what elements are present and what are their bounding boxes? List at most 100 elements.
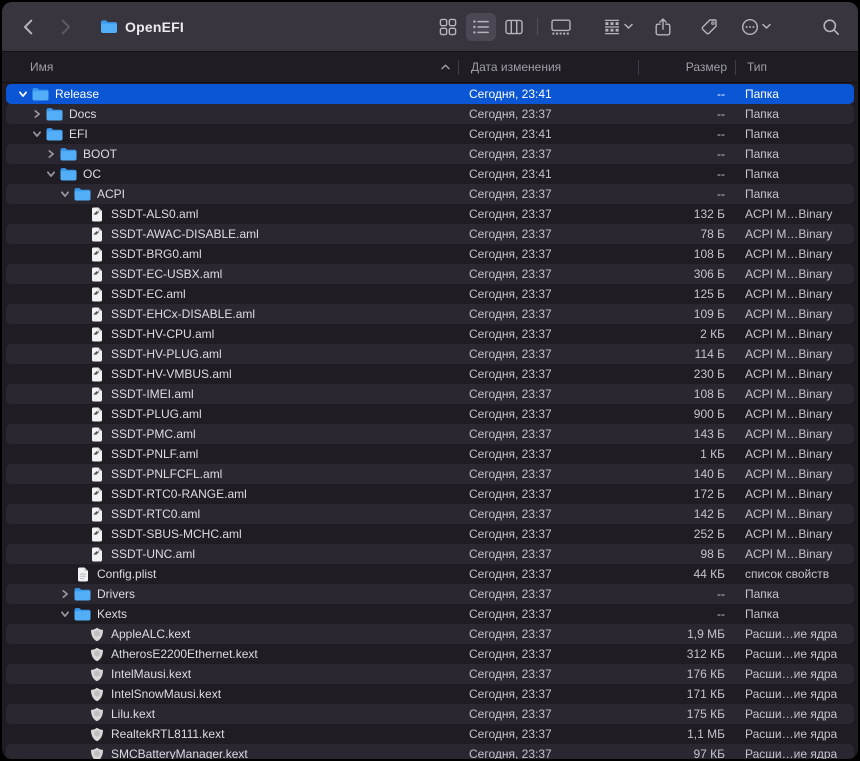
file-row[interactable]: SSDT-PNLFCFL.aml Сегодня, 23:37 140 Б ACPI … (6, 464, 854, 484)
file-name-cell: Docs (6, 107, 458, 121)
file-row[interactable]: RealtekRTL8111.kext Сегодня, 23:37 1,1 МБ Р… (6, 724, 854, 744)
file-row[interactable]: BOOT Сегодня, 23:37 -- Папка (6, 144, 854, 164)
file-row[interactable]: Config.plist Сегодня, 23:37 44 КБ список св… (6, 564, 854, 584)
file-date-cell: Сегодня, 23:37 (469, 747, 552, 759)
file-row[interactable]: SSDT-PLUG.aml Сегодня, 23:37 900 Б ACPI M…B… (6, 404, 854, 424)
folder-icon (74, 587, 91, 601)
chevron-down-icon[interactable] (56, 609, 74, 619)
aml-icon (88, 407, 105, 422)
file-row[interactable]: SSDT-RTC0-RANGE.aml Сегодня, 23:37 172 Б AC… (6, 484, 854, 504)
list-view-button[interactable] (466, 12, 496, 41)
file-row[interactable]: IntelSnowMausi.kext Сегодня, 23:37 171 КБ Р… (6, 684, 854, 704)
tag-button[interactable] (694, 13, 724, 41)
file-name-cell: BOOT (6, 147, 458, 161)
file-row[interactable]: SSDT-BRG0.aml Сегодня, 23:37 108 Б ACPI M…B… (6, 244, 854, 264)
column-header-name-label: Имя (30, 60, 54, 74)
search-button[interactable] (816, 13, 846, 41)
forward-button[interactable] (50, 13, 80, 41)
file-row[interactable]: Release Сегодня, 23:41 -- Папка (6, 84, 854, 104)
column-header-size[interactable]: Размер (640, 60, 737, 74)
chevron-right-icon[interactable] (28, 109, 46, 119)
window-proxy[interactable]: OpenEFI (100, 19, 184, 35)
file-date-cell: Сегодня, 23:37 (469, 467, 552, 481)
file-date-cell: Сегодня, 23:41 (469, 167, 552, 181)
file-name-cell: IntelMausi.kext (6, 667, 458, 682)
file-size-cell: -- (717, 587, 725, 601)
sort-ascending-icon (441, 64, 450, 70)
gallery-view-button[interactable] (546, 13, 576, 41)
column-header-type[interactable]: Тип (737, 60, 858, 74)
file-date-cell: Сегодня, 23:37 (469, 147, 552, 161)
file-row[interactable]: ACPI Сегодня, 23:37 -- Папка (6, 184, 854, 204)
file-date-cell: Сегодня, 23:37 (469, 647, 552, 661)
aml-icon (88, 387, 105, 402)
file-date-cell: Сегодня, 23:37 (469, 287, 552, 301)
file-row[interactable]: Lilu.kext Сегодня, 23:37 175 КБ Расши…ие яд… (6, 704, 854, 724)
file-row[interactable]: IntelMausi.kext Сегодня, 23:37 176 КБ Расши… (6, 664, 854, 684)
file-row[interactable]: SSDT-RTC0.aml Сегодня, 23:37 142 Б ACPI M…B… (6, 504, 854, 524)
file-row[interactable]: SSDT-HV-CPU.aml Сегодня, 23:37 2 КБ ACPI M…… (6, 324, 854, 344)
chevron-right-icon[interactable] (42, 149, 60, 159)
file-size-cell: 171 КБ (686, 687, 725, 701)
share-button[interactable] (648, 13, 678, 41)
column-header-date[interactable]: Дата изменения (460, 60, 640, 74)
column-header-name[interactable]: Имя (2, 60, 460, 74)
file-size-cell: 109 Б (693, 307, 725, 321)
file-row[interactable]: AtherosE2200Ethernet.kext Сегодня, 23:37 3… (6, 644, 854, 664)
file-row[interactable]: SSDT-AWAC-DISABLE.aml Сегодня, 23:37 78 Б A… (6, 224, 854, 244)
folder-icon (32, 87, 49, 101)
back-button[interactable] (14, 13, 44, 41)
file-list: Release Сегодня, 23:41 -- Папка Docs Сегодня,… (2, 83, 858, 759)
group-by-button[interactable] (602, 13, 633, 41)
file-row[interactable]: OC Сегодня, 23:41 -- Папка (6, 164, 854, 184)
file-row[interactable]: SSDT-SBUS-MCHC.aml Сегодня, 23:37 252 Б ACP… (6, 524, 854, 544)
file-type-cell: Расши…ие ядра (745, 687, 838, 701)
file-date-cell: Сегодня, 23:37 (469, 507, 552, 521)
more-actions-button[interactable] (740, 13, 771, 41)
file-name-cell: EFI (6, 127, 458, 141)
file-row[interactable]: SSDT-PMC.aml Сегодня, 23:37 143 Б ACPI M…Bi… (6, 424, 854, 444)
plist-icon (74, 567, 91, 582)
column-view-button[interactable] (499, 13, 529, 41)
chevron-down-icon[interactable] (42, 169, 60, 179)
chevron-down-icon (623, 23, 633, 30)
file-row[interactable]: Kexts Сегодня, 23:37 -- Папка (6, 604, 854, 624)
kext-icon (88, 667, 105, 682)
file-row[interactable]: SSDT-EC-USBX.aml Сегодня, 23:37 306 Б ACPI … (6, 264, 854, 284)
file-name-label: IntelMausi.kext (111, 667, 192, 681)
aml-icon (88, 427, 105, 442)
file-name-label: Drivers (97, 587, 135, 601)
grid-view-button[interactable] (433, 13, 463, 41)
file-row[interactable]: AppleALC.kext Сегодня, 23:37 1,9 МБ Расши…и… (6, 624, 854, 644)
column-header-row: Имя Дата изменения Размер Тип (2, 52, 858, 83)
kext-icon (88, 647, 105, 662)
file-type-cell: Папка (745, 127, 779, 141)
file-name-label: ACPI (97, 187, 126, 201)
aml-icon (88, 347, 105, 362)
file-size-cell: 44 КБ (693, 567, 725, 581)
file-row[interactable]: SSDT-IMEI.aml Сегодня, 23:37 108 Б ACPI M…B… (6, 384, 854, 404)
file-row[interactable]: Drivers Сегодня, 23:37 -- Папка (6, 584, 854, 604)
file-row[interactable]: SSDT-HV-PLUG.aml Сегодня, 23:37 114 Б ACPI … (6, 344, 854, 364)
file-row[interactable]: SSDT-HV-VMBUS.aml Сегодня, 23:37 230 Б ACPI… (6, 364, 854, 384)
kext-icon (88, 747, 105, 759)
file-row[interactable]: SSDT-PNLF.aml Сегодня, 23:37 1 КБ ACPI M…Bi… (6, 444, 854, 464)
chevron-down-icon[interactable] (56, 189, 74, 199)
file-type-cell: ACPI M…Binary (745, 407, 833, 421)
file-name-cell: IntelSnowMausi.kext (6, 687, 458, 702)
file-date-cell: Сегодня, 23:37 (469, 427, 552, 441)
file-row[interactable]: EFI Сегодня, 23:41 -- Папка (6, 124, 854, 144)
file-row[interactable]: Docs Сегодня, 23:37 -- Папка (6, 104, 854, 124)
aml-icon (88, 527, 105, 542)
chevron-down-icon[interactable] (14, 89, 32, 99)
file-row[interactable]: SSDT-UNC.aml Сегодня, 23:37 98 Б ACPI M…Bin… (6, 544, 854, 564)
chevron-right-icon[interactable] (56, 589, 74, 599)
file-row[interactable]: SSDT-ALS0.aml Сегодня, 23:37 132 Б ACPI M…B… (6, 204, 854, 224)
file-row[interactable]: SSDT-EHCx-DISABLE.aml Сегодня, 23:37 109 Б… (6, 304, 854, 324)
view-switcher (433, 12, 576, 41)
file-type-cell: Расши…ие ядра (745, 747, 838, 759)
file-row[interactable]: SMCBatteryManager.kext Сегодня, 23:37 97 К… (6, 744, 854, 759)
chevron-down-icon[interactable] (28, 129, 46, 139)
file-date-cell: Сегодня, 23:37 (469, 547, 552, 561)
file-row[interactable]: SSDT-EC.aml Сегодня, 23:37 125 Б ACPI M…Bin… (6, 284, 854, 304)
